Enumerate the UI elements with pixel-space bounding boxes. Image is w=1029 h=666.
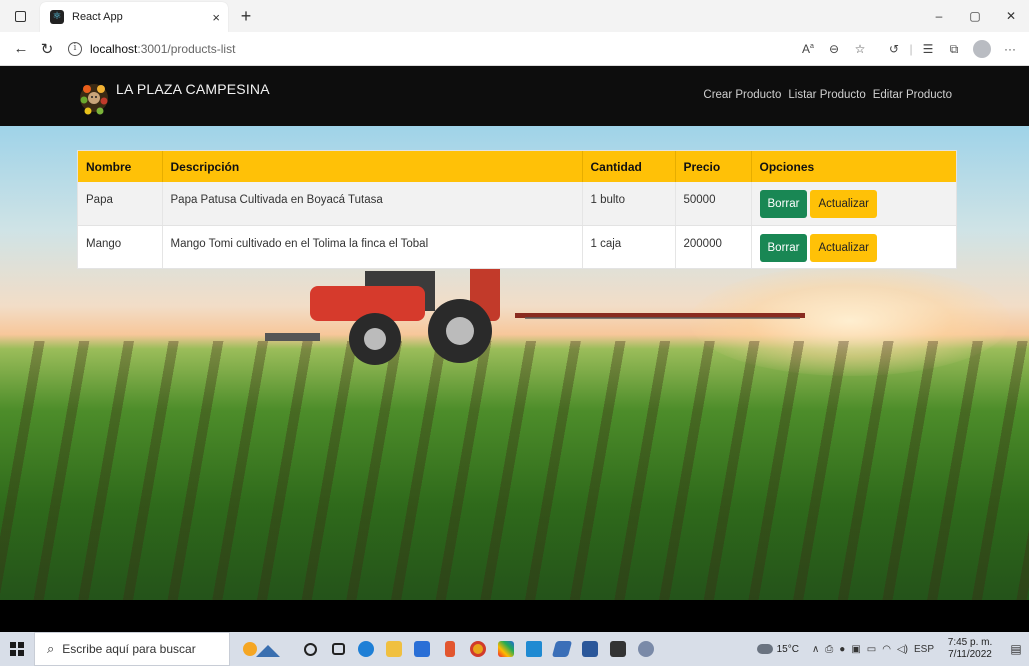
tab-close-icon[interactable]: × <box>212 10 220 25</box>
cell-options: Borrar Actualizar <box>751 182 956 226</box>
app-cloud-icon[interactable] <box>633 636 659 662</box>
network-icon[interactable]: ▭ <box>867 644 876 655</box>
windows-logo-icon <box>10 642 24 656</box>
cell-price: 50000 <box>675 182 752 226</box>
cell-name: Mango <box>78 225 163 268</box>
toolbar-separator: | <box>909 42 913 56</box>
delete-button[interactable]: Borrar <box>759 233 808 262</box>
url-field[interactable]: localhost:3001/products-list <box>90 42 235 56</box>
react-favicon-icon: ⚛ <box>50 10 64 24</box>
taskbar-pinned-apps <box>296 636 660 662</box>
chevron-up-icon[interactable]: ∧ <box>812 644 819 655</box>
file-explorer-icon[interactable] <box>381 636 407 662</box>
start-button[interactable] <box>0 632 34 666</box>
reload-icon[interactable]: ↻ <box>34 40 60 58</box>
crop-rows <box>0 341 1029 600</box>
brand-name: LA PLAZA CAMPESINA <box>116 81 270 97</box>
site-info-icon[interactable]: i <box>68 41 82 56</box>
table-row: Mango Mango Tomi cultivado en el Tolima … <box>78 225 956 268</box>
word-icon[interactable] <box>577 636 603 662</box>
cell-options: Borrar Actualizar <box>751 225 956 268</box>
column-header-opciones: Opciones <box>751 151 956 182</box>
browser-toolbar: Aa ⊖ ☆ ↺ | ☰ ⧉ ··· <box>795 32 1023 66</box>
url-host: localhost <box>90 41 138 56</box>
cell-description: Mango Tomi cultivado en el Tolima la fin… <box>162 225 583 268</box>
tab-title: React App <box>72 11 123 23</box>
new-tab-button[interactable]: + <box>232 6 260 27</box>
nav-links: Crear Producto Listar Producto Editar Pr… <box>703 89 952 101</box>
search-icon: ⌕ <box>47 641 55 656</box>
cell-quantity: 1 caja <box>582 225 676 268</box>
close-window-button[interactable]: ✕ <box>993 0 1029 32</box>
delete-button[interactable]: Borrar <box>759 190 808 218</box>
update-button[interactable]: Actualizar <box>810 190 877 218</box>
profile-avatar[interactable] <box>973 40 991 58</box>
chrome-icon[interactable] <box>465 636 491 662</box>
window-controls: – ▢ ✕ <box>921 0 1029 32</box>
windows-taskbar: ⌕ Escribe aquí para buscar 15°C ∧ ⎙ ● ▣ … <box>0 632 1029 666</box>
weather-temp: 15°C <box>776 643 799 655</box>
weather-widget[interactable]: 15°C <box>756 643 799 655</box>
clock[interactable]: 7:45 p. m. 7/11/2022 <box>937 637 1003 661</box>
update-button[interactable]: Actualizar <box>810 233 877 262</box>
url-path: :3001/products-list <box>137 41 236 56</box>
read-aloud-icon[interactable]: Aa <box>795 42 821 56</box>
store-icon[interactable] <box>409 636 435 662</box>
task-view-icon[interactable] <box>325 636 351 662</box>
cloud-icon <box>756 644 773 654</box>
more-icon[interactable]: ··· <box>997 42 1023 56</box>
volume-icon[interactable]: ◁) <box>897 644 908 655</box>
cell-name: Papa <box>78 182 163 226</box>
notifications-icon[interactable]: ▤ <box>1003 642 1029 656</box>
wifi-icon[interactable]: ◠ <box>882 644 891 655</box>
column-header-nombre: Nombre <box>78 151 163 182</box>
app-multicolor-icon[interactable] <box>493 636 519 662</box>
clock-time: 7:45 p. m. <box>947 637 993 648</box>
brand[interactable]: LA PLAZA CAMPESINA <box>78 80 270 120</box>
tractor-image <box>265 261 805 365</box>
taskbar-search-box[interactable]: ⌕ Escribe aquí para buscar <box>34 632 230 666</box>
tab-actions-icon[interactable] <box>0 0 40 32</box>
screen-icon[interactable]: ▣ <box>851 644 860 655</box>
address-bar: ← ↻ i localhost:3001/products-list Aa ⊖ … <box>0 32 1029 66</box>
vscode-icon[interactable] <box>521 636 547 662</box>
nav-link-crear-producto[interactable]: Crear Producto <box>703 89 781 101</box>
microphone-icon[interactable]: ● <box>839 644 845 655</box>
collections-icon[interactable]: ⧉ <box>941 42 967 57</box>
logo-icon <box>80 84 108 115</box>
clock-date: 7/11/2022 <box>948 649 992 660</box>
zoom-icon[interactable]: ⊖ <box>821 42 847 56</box>
system-tray: 15°C ∧ ⎙ ● ▣ ▭ ◠ ◁) ESP 7:45 p. m. 7/11/… <box>756 632 1029 666</box>
browser-tab[interactable]: ⚛ React App × <box>40 2 228 32</box>
language-indicator[interactable]: ESP <box>914 644 934 655</box>
favorites-icon[interactable]: ☰ <box>915 42 941 56</box>
column-header-cantidad: Cantidad <box>582 151 676 182</box>
edge-icon[interactable] <box>353 636 379 662</box>
cell-quantity: 1 bulto <box>582 182 676 226</box>
cell-description: Papa Patusa Cultivada en Boyacá Tutasa <box>162 182 583 226</box>
app-feather-icon[interactable] <box>549 636 575 662</box>
office-icon[interactable] <box>437 636 463 662</box>
products-table: Nombre Descripción Cantidad Precio Opcio… <box>77 150 957 269</box>
restore-button[interactable]: ▢ <box>957 0 993 32</box>
terminal-icon[interactable] <box>605 636 631 662</box>
meet-now-icon[interactable]: ⎙ <box>825 644 833 655</box>
page-bottom-strip <box>0 600 1029 632</box>
column-header-precio: Precio <box>675 151 752 182</box>
nav-link-listar-producto[interactable]: Listar Producto <box>788 89 865 101</box>
cell-price: 200000 <box>675 225 752 268</box>
table-row: Papa Papa Patusa Cultivada en Boyacá Tut… <box>78 182 956 226</box>
browser-tab-bar: ⚛ React App × + – ▢ ✕ <box>0 0 1029 32</box>
refresh-extension-icon[interactable]: ↺ <box>881 42 907 56</box>
favorite-star-icon[interactable]: ☆ <box>847 42 873 56</box>
search-placeholder: Escribe aquí para buscar <box>62 642 196 656</box>
cortana-icon[interactable] <box>297 636 323 662</box>
back-arrow-icon[interactable]: ← <box>8 40 34 57</box>
nav-link-editar-producto[interactable]: Editar Producto <box>873 89 952 101</box>
search-highlight-icon[interactable] <box>230 632 296 666</box>
minimize-button[interactable]: – <box>921 0 957 32</box>
table-header-row: Nombre Descripción Cantidad Precio Opcio… <box>78 151 956 182</box>
column-header-descripcion: Descripción <box>162 151 583 182</box>
app-navbar: LA PLAZA CAMPESINA Crear Producto Listar… <box>0 66 1029 126</box>
